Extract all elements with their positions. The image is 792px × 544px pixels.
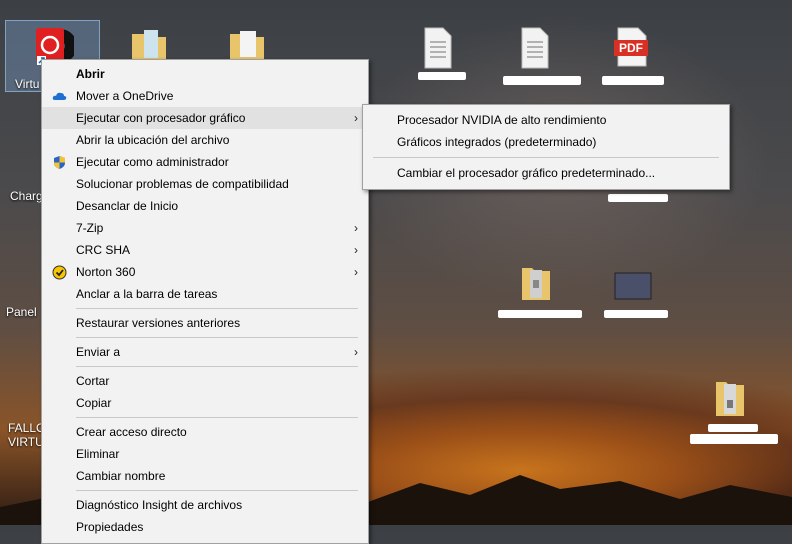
menu-item-label: Norton 360 <box>76 265 136 279</box>
menu-item-label: Desanclar de Inicio <box>76 199 179 213</box>
menu-item-label: Procesador NVIDIA de alto rendimiento <box>397 113 607 127</box>
menu-item-diagnostico-insight[interactable]: Diagnóstico Insight de archivos <box>42 494 368 516</box>
menu-item-label: Restaurar versiones anteriores <box>76 316 241 330</box>
menu-item-label: Gráficos integrados (predeterminado) <box>397 135 597 149</box>
menu-separator <box>76 337 358 338</box>
menu-item-label: Propiedades <box>76 520 144 534</box>
redacted-label <box>604 310 668 318</box>
menu-item-propiedades[interactable]: Propiedades <box>42 516 368 538</box>
zip-folder-icon <box>522 268 550 300</box>
menu-separator <box>76 417 358 418</box>
submenu-item-cambiar-procesador-predeterminado[interactable]: Cambiar el procesador gráfico predetermi… <box>363 162 729 184</box>
menu-item-ejecutar-procesador-grafico[interactable]: Ejecutar con procesador gráfico › <box>42 107 368 129</box>
redacted-label <box>690 434 778 444</box>
menu-item-label: Solucionar problemas de compatibilidad <box>76 177 289 191</box>
menu-item-label: Eliminar <box>76 447 120 461</box>
norton-icon <box>52 265 67 280</box>
menu-item-mover-onedrive[interactable]: Mover a OneDrive <box>42 85 368 107</box>
menu-item-solucionar-compatibilidad[interactable]: Solucionar problemas de compatibilidad <box>42 173 368 195</box>
menu-separator <box>76 366 358 367</box>
menu-item-label: Mover a OneDrive <box>76 89 174 103</box>
document-icon <box>424 27 452 69</box>
menu-item-label: Ejecutar con procesador gráfico <box>76 111 246 125</box>
menu-item-7zip[interactable]: 7-Zip › <box>42 217 368 239</box>
menu-item-restaurar-versiones[interactable]: Restaurar versiones anteriores <box>42 312 368 334</box>
chevron-right-icon: › <box>354 243 358 257</box>
menu-item-label: Cortar <box>76 374 110 388</box>
redacted-label <box>503 76 581 85</box>
menu-item-label: Crear acceso directo <box>76 425 187 439</box>
folder-icon <box>132 30 166 60</box>
menu-separator <box>373 157 719 158</box>
menu-item-cambiar-nombre[interactable]: Cambiar nombre <box>42 465 368 487</box>
menu-separator <box>76 308 358 309</box>
menu-item-label: Cambiar el procesador gráfico predetermi… <box>397 166 656 180</box>
menu-item-label: Abrir <box>76 67 105 81</box>
menu-item-crear-acceso-directo[interactable]: Crear acceso directo <box>42 421 368 443</box>
menu-item-label: Copiar <box>76 396 112 410</box>
redacted-label <box>418 72 466 80</box>
chevron-right-icon: › <box>354 111 358 125</box>
video-thumbnail-icon <box>614 272 652 300</box>
menu-item-label: CRC SHA <box>76 243 131 257</box>
submenu-item-nvidia-alto-rendimiento[interactable]: Procesador NVIDIA de alto rendimiento <box>363 109 729 131</box>
menu-item-label: Ejecutar como administrador <box>76 155 229 169</box>
chevron-right-icon: › <box>354 221 358 235</box>
menu-item-cortar[interactable]: Cortar <box>42 370 368 392</box>
pdf-file-icon: PDF <box>612 26 650 68</box>
menu-item-label: Enviar a <box>76 345 121 359</box>
zip-folder-icon <box>716 382 744 416</box>
menu-item-label: Anclar a la barra de tareas <box>76 287 218 301</box>
menu-item-copiar[interactable]: Copiar <box>42 392 368 414</box>
menu-item-label: Cambiar nombre <box>76 469 166 483</box>
menu-item-eliminar[interactable]: Eliminar <box>42 443 368 465</box>
menu-item-anclar-barra-tareas[interactable]: Anclar a la barra de tareas <box>42 283 368 305</box>
redacted-label <box>498 310 582 318</box>
menu-item-abrir-ubicacion[interactable]: Abrir la ubicación del archivo <box>42 129 368 151</box>
menu-item-desanclar-inicio[interactable]: Desanclar de Inicio <box>42 195 368 217</box>
menu-item-label: Diagnóstico Insight de archivos <box>76 498 243 512</box>
gpu-submenu: Procesador NVIDIA de alto rendimiento Gr… <box>362 104 730 190</box>
menu-item-norton-360[interactable]: Norton 360 › <box>42 261 368 283</box>
document-icon <box>521 27 549 69</box>
pdf-badge-text: PDF <box>619 41 643 55</box>
uac-shield-icon <box>54 156 65 169</box>
menu-item-ejecutar-admin[interactable]: Ejecutar como administrador <box>42 151 368 173</box>
menu-item-label: 7-Zip <box>76 221 104 235</box>
context-menu: Abrir Mover a OneDrive Ejecutar con proc… <box>41 59 369 544</box>
folder-icon <box>230 31 264 60</box>
menu-item-abrir[interactable]: Abrir <box>42 63 368 85</box>
menu-item-crc-sha[interactable]: CRC SHA › <box>42 239 368 261</box>
chevron-right-icon: › <box>354 345 358 359</box>
chevron-right-icon: › <box>354 265 358 279</box>
menu-separator <box>76 490 358 491</box>
submenu-item-graficos-integrados[interactable]: Gráficos integrados (predeterminado) <box>363 131 729 153</box>
redacted-label <box>708 424 758 432</box>
redacted-label <box>602 76 664 85</box>
menu-item-enviar-a[interactable]: Enviar a › <box>42 341 368 363</box>
menu-item-label: Abrir la ubicación del archivo <box>76 133 230 147</box>
onedrive-cloud-icon <box>52 92 67 100</box>
redacted-label <box>608 194 668 202</box>
